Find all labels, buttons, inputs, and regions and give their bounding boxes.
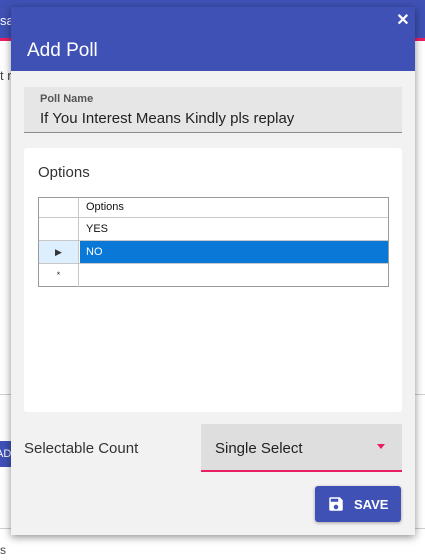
dialog-header: Add Poll ✕ [11,7,415,71]
new-row-asterisk-icon: * [56,270,61,280]
floppy-disk-icon [329,497,343,511]
grid-corner-cell [39,198,79,217]
selectable-count-label: Selectable Count [24,440,139,457]
option-cell[interactable] [80,264,388,287]
row-header-cell[interactable]: ▶ [39,241,79,263]
grid-column-header[interactable]: Options [80,198,388,217]
grid-new-row[interactable]: * [39,264,388,287]
poll-name-field[interactable]: Poll Name If You Interest Means Kindly p… [24,87,402,133]
option-cell[interactable]: YES [80,218,388,240]
options-grid: Options YES ▶ NO * [38,197,389,287]
grid-row-selected[interactable]: ▶ NO [39,241,388,264]
save-button[interactable]: SAVE [315,486,401,522]
current-row-arrow-icon: ▶ [55,247,62,257]
background-footer-text: s [0,543,6,557]
selectable-count-value: Single Select [215,440,303,457]
close-icon[interactable]: ✕ [392,10,414,32]
options-card: Options Options YES ▶ NO * [24,148,402,412]
row-header-cell[interactable]: * [39,264,79,287]
dialog-title: Add Poll [27,40,98,61]
row-header-cell[interactable] [39,218,79,240]
save-label: SAVE [354,497,389,512]
grid-header-row: Options [39,198,388,218]
poll-name-label: Poll Name [40,93,94,105]
option-cell[interactable]: NO [80,241,388,263]
add-poll-dialog: Add Poll ✕ Poll Name If You Interest Mea… [11,7,415,535]
poll-name-input[interactable]: If You Interest Means Kindly pls replay [40,110,294,127]
caret-down-icon [377,444,385,449]
options-title: Options [38,164,90,181]
selectable-count-select[interactable]: Single Select [201,424,402,472]
background-text: t r [0,68,12,83]
grid-row[interactable]: YES [39,218,388,241]
